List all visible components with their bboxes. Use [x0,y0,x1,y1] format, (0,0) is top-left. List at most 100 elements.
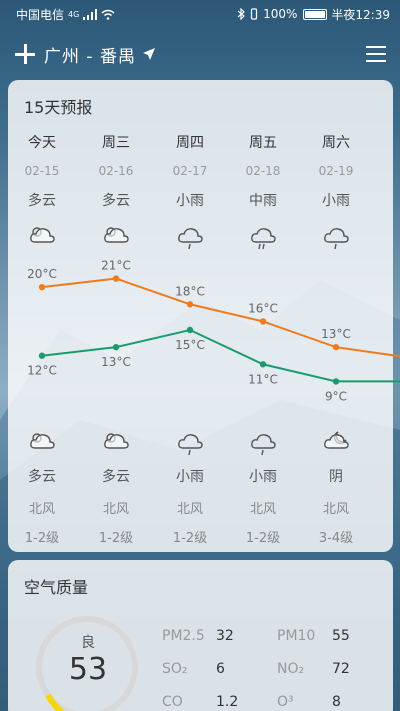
cloudy-icon [30,433,55,449]
aqi-value: 53 [68,652,108,687]
day-name: 周三 [102,135,130,151]
wind-direction: 北风 [249,502,276,517]
pollutant-name: CO [162,694,183,710]
forecast-day-column: 今天 02-15 多云 [12,132,72,250]
pollutant-value: 55 [332,628,350,644]
wind-level: 3-4级 [318,531,354,546]
forecast-day-column: 周六 02-19 小雨 [306,132,366,250]
low-temp-label: 11°C [248,372,278,386]
day-name: 今天 [28,135,56,151]
wind-level: 1-2级 [245,531,281,546]
wind-level: 1-2级 [172,531,208,546]
high-temp-label: 13°C [321,327,351,341]
high-temp-point [332,343,340,351]
pollutant-value: 1.2 [216,694,239,710]
forecast-day-column: 周五 02-18 中雨 [233,132,293,250]
forecast-day-column: 周三 02-16 多云 [86,132,146,250]
forecast-day-column: 周四 02-17 小雨 [160,132,220,250]
bluetooth-icon [237,8,245,20]
night-condition: 多云 [102,469,130,485]
low-temp-point [259,361,267,368]
night-condition: 小雨 [176,469,204,485]
header: 广州 - 番禺 [0,36,400,72]
day-date: 02-15 [24,164,60,178]
cloudy-icon [104,433,129,449]
pollutant-value: 8 [332,694,341,710]
forecast-night-column: 多云北风 1-2级 [86,430,146,546]
forecast-night-column: 多云北风 1-2级 [12,430,72,546]
wifi-icon [101,9,115,20]
pollutant-name: NO₂ [277,661,305,677]
wind-direction: 北风 [28,502,55,517]
low-temp-point [332,378,340,385]
pollutant-name: O³ [277,694,294,710]
pollutant-value: 32 [216,628,234,644]
clock: 半夜12:39 [331,7,390,22]
day-condition: 多云 [28,193,56,209]
high-temp-label: 16°C [248,301,278,315]
low-temp-point [186,326,194,334]
forecast-title: 15天预报 [24,98,93,117]
high-temp-point [112,275,120,282]
cloudy-icon [30,227,55,243]
carrier-label: 中国电信 [16,7,65,22]
high-temp-label: 21°C [101,259,131,273]
low-temp-label: 15°C [175,338,205,352]
light-rain-icon [251,434,276,456]
low-temp-label: 12°C [27,364,57,378]
add-city-button[interactable] [14,43,36,65]
day-condition: 多云 [102,193,130,209]
pollutant-name: SO₂ [162,661,188,677]
low-temp-label: 9°C [325,389,347,403]
air-quality-title: 空气质量 [24,578,89,597]
day-date: 02-16 [98,164,134,178]
location-arrow-icon [142,48,155,60]
cloudy-icon [104,227,129,243]
battery-icon [303,8,328,20]
aqi-level: 良 [81,635,95,651]
wind-direction: 北风 [102,502,129,517]
high-temp-label: 18°C [175,284,205,298]
day-condition: 小雨 [322,193,350,209]
night-condition: 多云 [28,469,56,485]
pollutant-name: PM10 [277,628,316,644]
vibrate-icon [250,8,258,20]
air-quality-card[interactable]: 空气质量 良 53 PM2.5 32 PM10 55 SO₂ 6 NO₂ 72 … [8,560,393,711]
day-condition: 中雨 [249,193,277,209]
day-date: 02-19 [318,164,354,178]
pollutant-value: 72 [332,661,350,677]
forecast-night-column: 阴北风 3-4级 [306,430,366,546]
day-name: 周四 [176,135,204,151]
high-temp-point [38,283,46,291]
forecast-card: 15天预报 今天 02-15 多云 周三 02-16 多云 周四 02-17 小雨 周五 02-18… [8,80,400,552]
low-temp-point [112,343,120,351]
signal-icon [83,8,98,20]
overcast-night-icon [324,431,349,449]
day-name: 周六 [322,135,350,151]
wind-level: 1-2级 [24,531,60,546]
high-temp-label: 20°C [27,267,57,281]
status-bar: 中国电信 4G 100% 半夜12:39 [0,0,400,28]
wind-direction: 北风 [176,502,203,517]
moderate-rain-icon [251,228,276,250]
network-type: 4G [68,9,80,19]
day-name: 周五 [249,135,277,151]
pollutant-value: 6 [216,661,225,677]
wind-direction: 北风 [322,502,349,517]
low-temp-label: 13°C [101,355,131,369]
battery-percent: 100% [263,7,298,21]
temperature-chart: 20°C 21°C 18°C 16°C 13°C 12°C 13°C 15°C 11°C 9°C [27,259,400,403]
forecast-night-column: 小雨 北风 1-2级 [233,430,293,546]
wind-level: 1-2级 [98,531,134,546]
menu-button[interactable] [366,46,386,62]
day-date: 02-18 [245,164,281,178]
city-name[interactable]: 广州 - 番禺 [44,42,136,67]
light-rain-icon [178,228,203,250]
pollutant-name: PM2.5 [162,628,205,644]
light-rain-icon [178,434,203,456]
day-date: 02-17 [172,164,208,178]
light-rain-icon [324,228,349,250]
high-temp-point [259,318,267,325]
forecast-night-column: 小雨北风 1-2级 [160,430,220,546]
low-temp-point [38,352,46,359]
